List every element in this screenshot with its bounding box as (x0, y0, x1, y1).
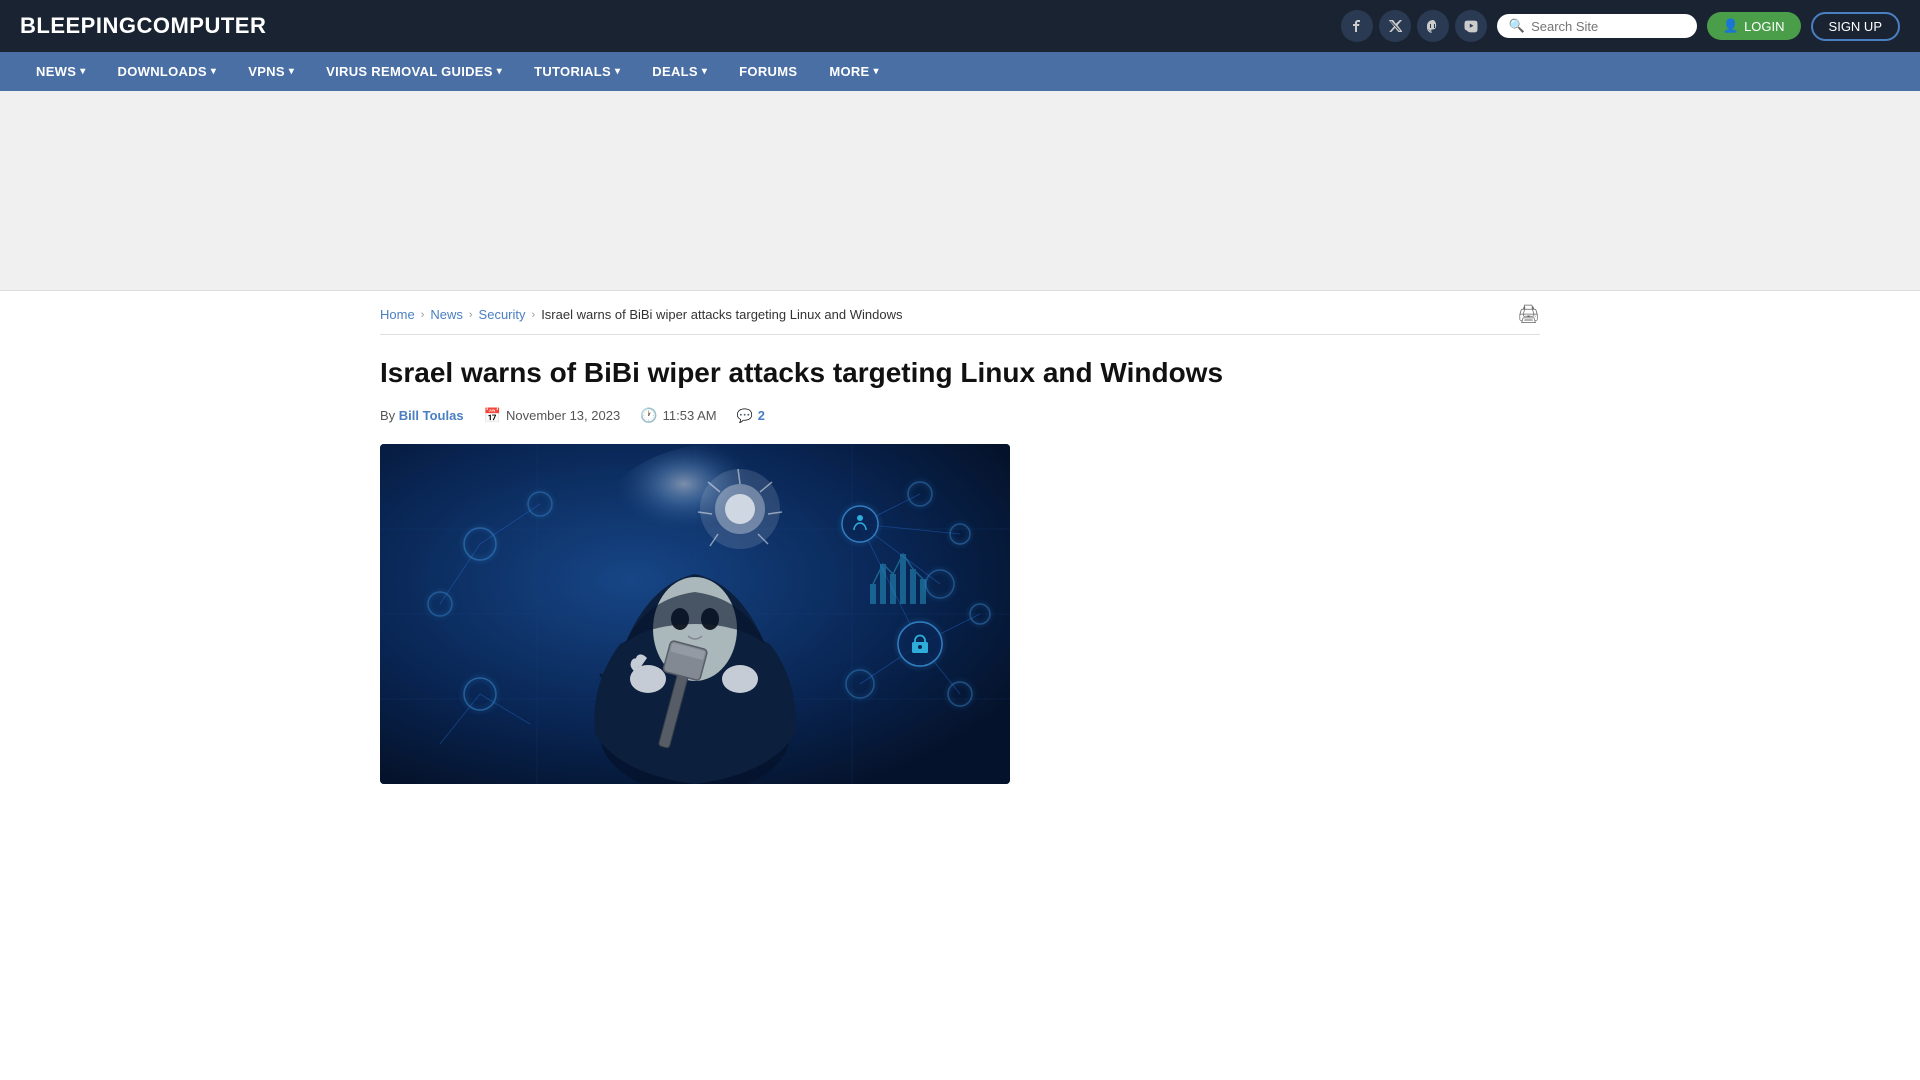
nav-more-label: MORE (829, 64, 869, 79)
print-icon[interactable]: 🖨 (1517, 304, 1540, 325)
nav-tutorials-arrow: ▾ (615, 66, 620, 77)
article-time: 🕐 11:53 AM (640, 407, 716, 424)
article-meta: By Bill Toulas 📅 November 13, 2023 🕐 11:… (380, 407, 1540, 424)
youtube-icon[interactable] (1455, 10, 1487, 42)
article-date: 📅 November 13, 2023 (484, 407, 621, 424)
time-text: 11:53 AM (663, 408, 717, 423)
calendar-icon: 📅 (484, 407, 501, 424)
nav-downloads-label: DOWNLOADS (118, 64, 207, 79)
breadcrumb-sep-1: › (421, 309, 425, 321)
nav-virus-label: VIRUS REMOVAL GUIDES (326, 64, 493, 79)
clock-icon: 🕐 (640, 407, 657, 424)
nav-tutorials[interactable]: TUTORIALS ▾ (518, 52, 636, 91)
search-icon: 🔍 (1509, 18, 1525, 34)
nav-vpns-label: VPNS (248, 64, 285, 79)
nav-forums[interactable]: FORUMS (723, 52, 813, 91)
breadcrumb: Home › News › Security › Israel warns of… (380, 291, 1540, 335)
nav-vpns[interactable]: VPNS ▾ (232, 52, 310, 91)
site-logo[interactable]: BLEEPINGCOMPUTER (20, 13, 266, 39)
nav-forums-label: FORUMS (739, 64, 797, 79)
article-comments[interactable]: 💬 2 (737, 408, 765, 424)
breadcrumb-sep-2: › (469, 309, 473, 321)
hero-svg (380, 444, 1010, 784)
author-link[interactable]: Bill Toulas (399, 408, 464, 423)
breadcrumb-current: Israel warns of BiBi wiper attacks targe… (541, 307, 902, 322)
nav-more[interactable]: MORE ▾ (813, 52, 895, 91)
breadcrumb-home[interactable]: Home (380, 307, 415, 322)
nav-more-arrow: ▾ (874, 66, 879, 77)
facebook-icon[interactable] (1341, 10, 1373, 42)
logo-part1: BLEEPING (20, 13, 136, 38)
date-text: November 13, 2023 (506, 408, 620, 423)
nav-downloads[interactable]: DOWNLOADS ▾ (102, 52, 233, 91)
search-input[interactable] (1531, 19, 1685, 34)
user-icon: 👤 (1723, 18, 1739, 34)
nav-vpns-arrow: ▾ (289, 66, 294, 77)
article-title: Israel warns of BiBi wiper attacks targe… (380, 355, 1540, 391)
login-label: LOGIN (1744, 19, 1784, 34)
twitter-icon[interactable] (1379, 10, 1411, 42)
nav-news[interactable]: NEWS ▾ (20, 52, 102, 91)
nav-tutorials-label: TUTORIALS (534, 64, 611, 79)
search-box[interactable]: 🔍 (1497, 14, 1697, 38)
nav-deals-arrow: ▾ (702, 66, 707, 77)
breadcrumb-sep-3: › (532, 309, 536, 321)
header-right: 🔍 👤 LOGIN SIGN UP (1341, 10, 1900, 42)
breadcrumb-security[interactable]: Security (479, 307, 526, 322)
breadcrumb-news[interactable]: News (430, 307, 463, 322)
nav-virus-arrow: ▾ (497, 66, 502, 77)
nav-deals-label: DEALS (652, 64, 698, 79)
main-nav: NEWS ▾ DOWNLOADS ▾ VPNS ▾ VIRUS REMOVAL … (0, 52, 1920, 91)
nav-news-label: NEWS (36, 64, 76, 79)
social-icons-group (1341, 10, 1487, 42)
article: Israel warns of BiBi wiper attacks targe… (380, 355, 1540, 784)
article-author: By Bill Toulas (380, 408, 464, 423)
article-hero-image (380, 444, 1010, 784)
nav-deals[interactable]: DEALS ▾ (636, 52, 723, 91)
nav-downloads-arrow: ▾ (211, 66, 216, 77)
nav-news-arrow: ▾ (80, 66, 85, 77)
content-wrapper: Home › News › Security › Israel warns of… (360, 291, 1560, 784)
comment-count: 2 (758, 408, 765, 423)
mastodon-icon[interactable] (1417, 10, 1449, 42)
logo-part2: COMPUTER (136, 13, 266, 38)
nav-virus-removal[interactable]: VIRUS REMOVAL GUIDES ▾ (310, 52, 518, 91)
ad-banner (0, 91, 1920, 291)
site-header: BLEEPINGCOMPUTER 🔍 👤 LOGIN SIGN UP (0, 0, 1920, 52)
comment-icon: 💬 (737, 408, 753, 424)
signup-button[interactable]: SIGN UP (1811, 12, 1900, 41)
login-button[interactable]: 👤 LOGIN (1707, 12, 1801, 40)
